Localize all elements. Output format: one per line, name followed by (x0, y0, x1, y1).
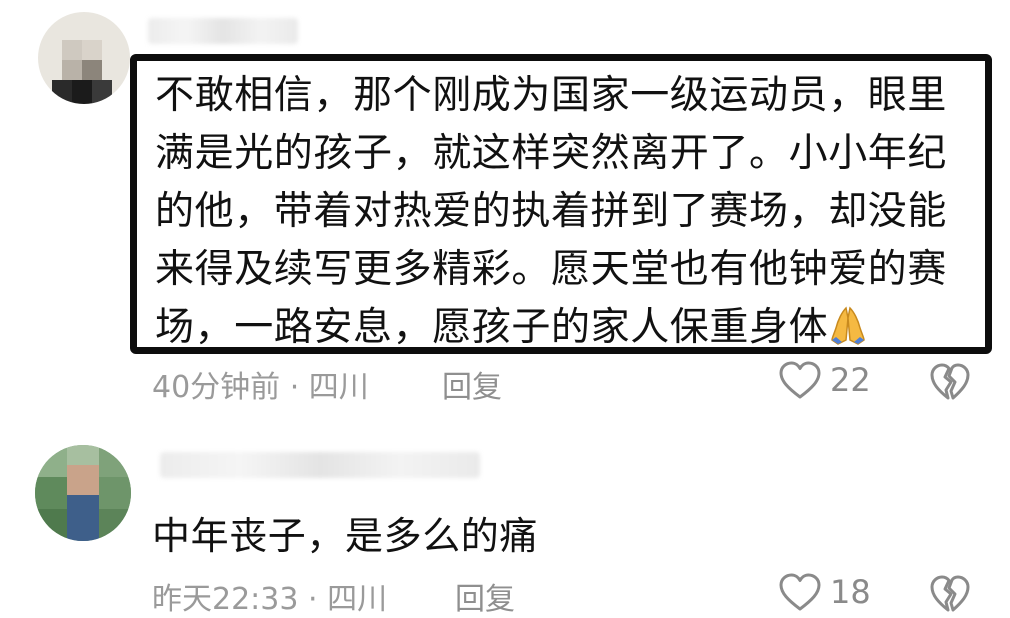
highlighted-comment: 不敢相信，那个刚成为国家一级运动员，眼里满是光的孩子，就这样突然离开了。小小年纪… (130, 54, 992, 354)
praying-hands-icon (831, 306, 865, 345)
comment-text: 中年丧子，是多么的痛 (152, 514, 539, 558)
comment-time-location: 40分钟前 · 四川 (152, 370, 369, 405)
like-count: 18 (830, 573, 871, 611)
heart-icon (779, 573, 821, 611)
comment-thread: 不敢相信，那个刚成为国家一级运动员，眼里满是光的孩子，就这样突然离开了。小小年纪… (0, 0, 1010, 618)
like-button[interactable]: 18 (778, 572, 871, 612)
like-count: 22 (830, 361, 871, 399)
reply-button[interactable]: 回复 (442, 362, 502, 406)
comment-time-location: 昨天22:33 · 四川 (152, 582, 388, 617)
broken-heart-icon[interactable] (929, 362, 971, 402)
username[interactable] (148, 18, 298, 44)
broken-heart-icon[interactable] (929, 574, 971, 614)
username[interactable] (160, 452, 480, 478)
reply-button[interactable]: 回复 (455, 574, 515, 618)
avatar[interactable] (35, 445, 131, 541)
comment-text: 不敢相信，那个刚成为国家一级运动员，眼里满是光的孩子，就这样突然离开了。小小年纪… (155, 67, 975, 357)
avatar[interactable] (38, 12, 130, 104)
like-button[interactable]: 22 (778, 360, 871, 400)
heart-icon (779, 361, 821, 399)
